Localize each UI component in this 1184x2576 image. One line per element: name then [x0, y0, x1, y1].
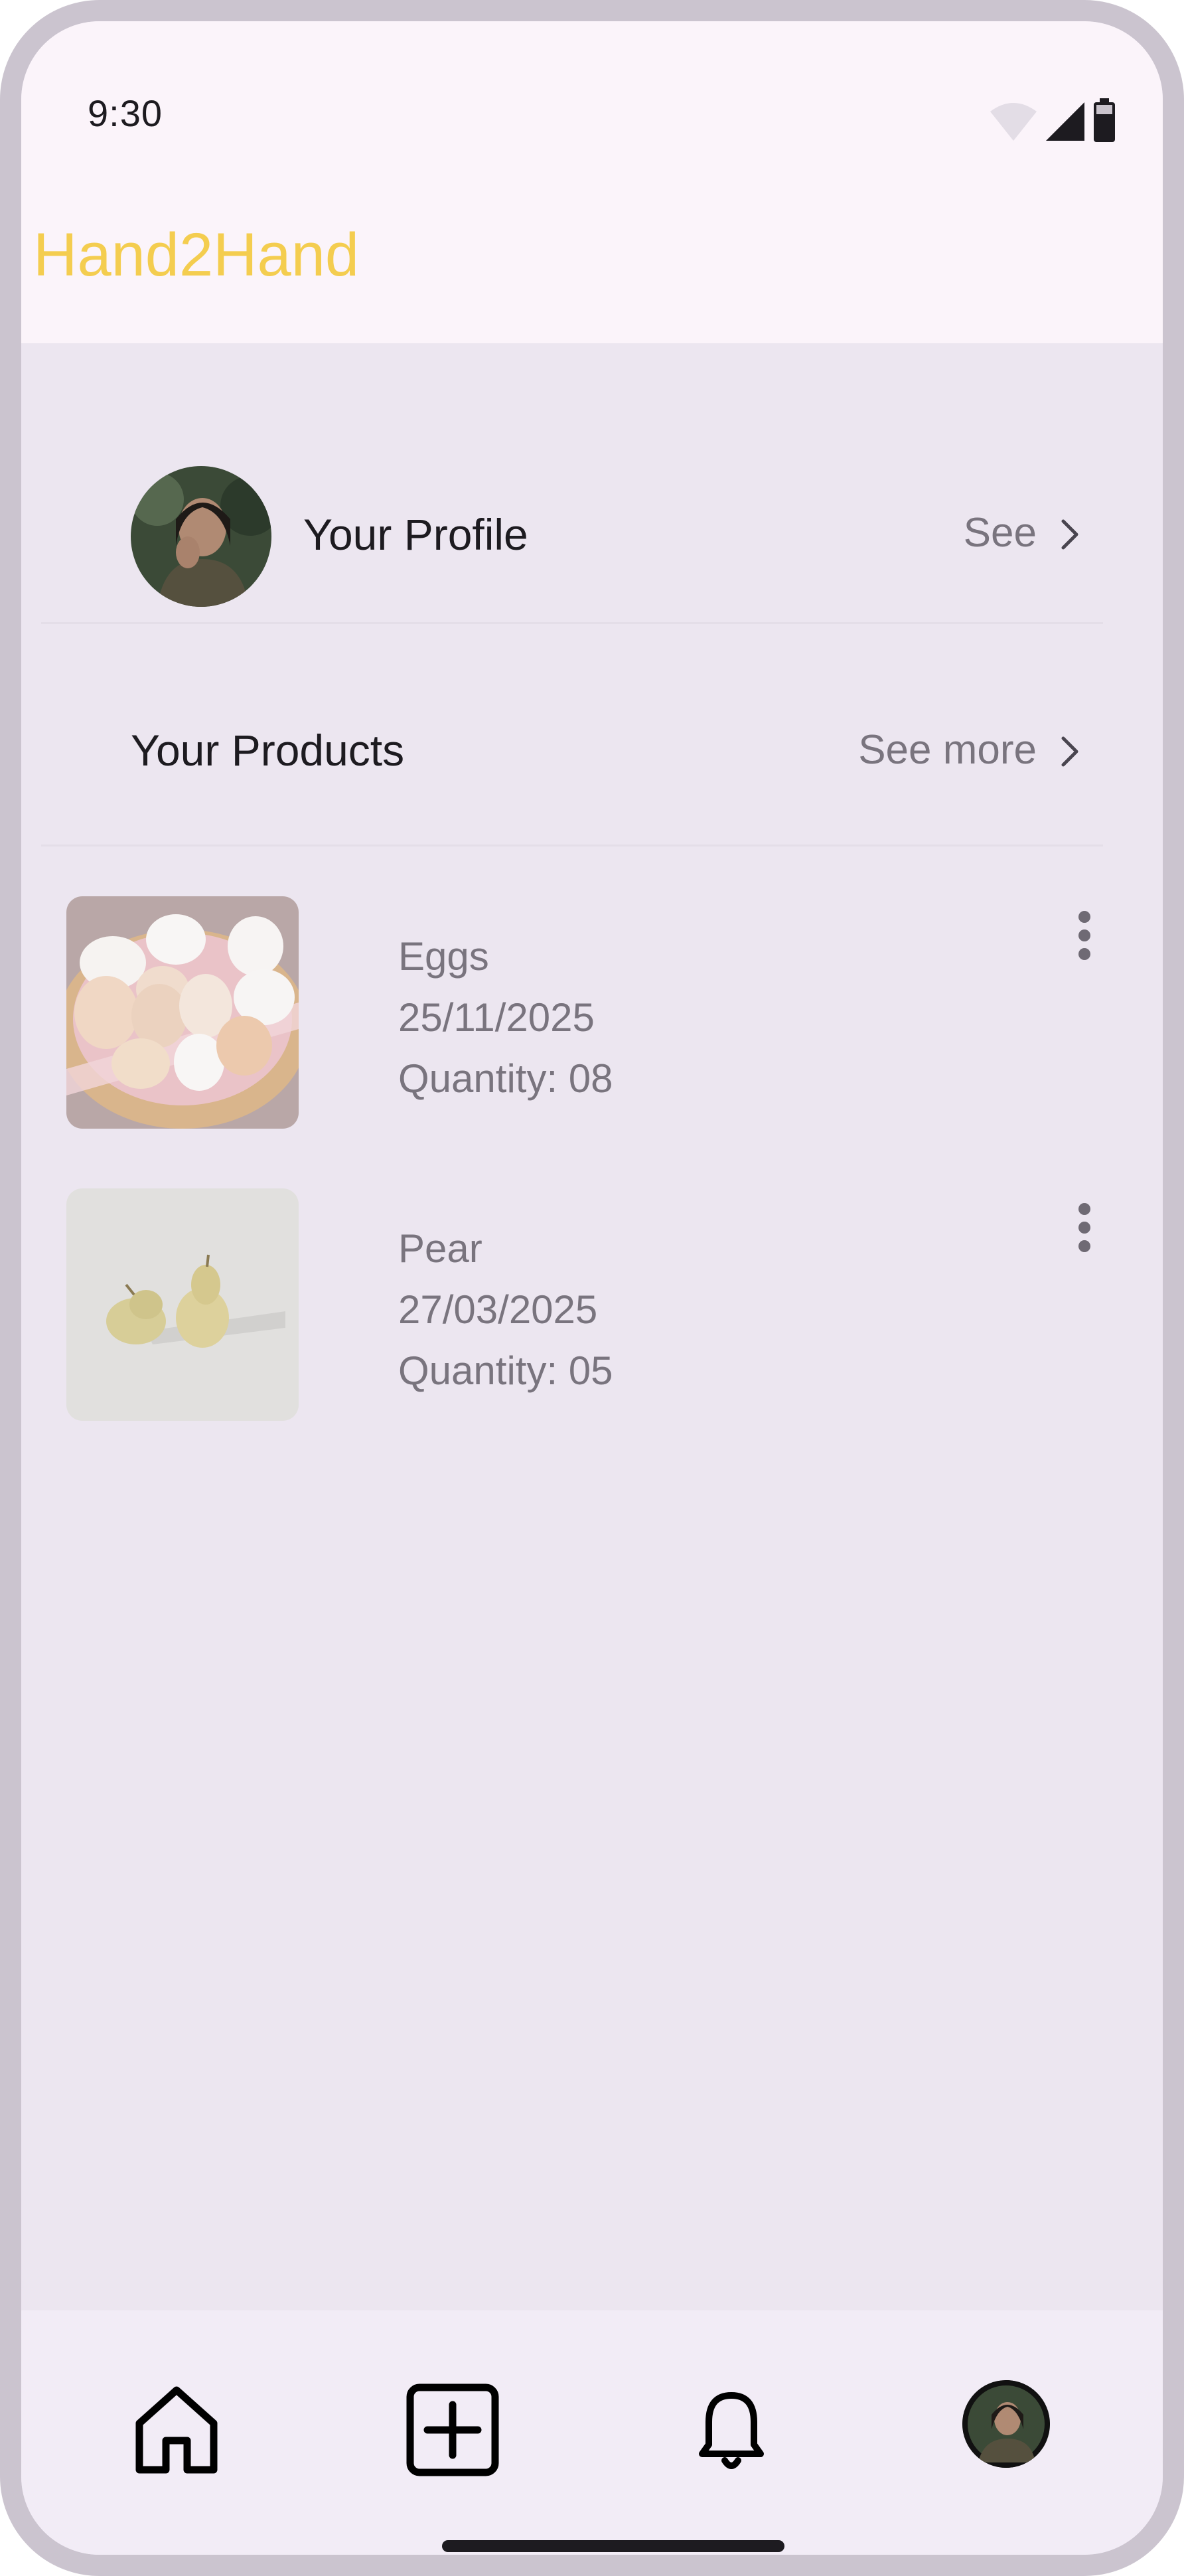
products-row[interactable]: Your Products See more [41, 639, 1143, 825]
wifi-icon [990, 103, 1037, 141]
product-info: Pear 27/03/2025 Quantity: 05 [398, 1218, 613, 1402]
nav-notifications[interactable] [685, 2383, 778, 2476]
profile-avatar [131, 466, 271, 607]
product-quantity: Quantity: 08 [398, 1056, 613, 1101]
see-more-link[interactable]: See more [858, 726, 1037, 773]
app-title: Hand2Hand [33, 221, 360, 289]
nav-add-product[interactable] [406, 2383, 499, 2476]
status-icons [989, 94, 1116, 142]
home-icon [135, 2386, 218, 2474]
nav-profile[interactable] [962, 2380, 1050, 2468]
chevron-right-icon[interactable] [1057, 732, 1083, 771]
product-date: 27/03/2025 [398, 1287, 598, 1332]
profile-row[interactable]: Your Profile See [41, 416, 1143, 615]
product-quantity: Quantity: 05 [398, 1348, 613, 1393]
list-item[interactable]: Pear 27/03/2025 Quantity: 05 [66, 1188, 1128, 1421]
product-info: Eggs 25/11/2025 Quantity: 08 [398, 926, 613, 1109]
phone-frame: 9:30 Hand2Hand Your Profile See Your Pro… [0, 0, 1184, 2576]
divider [41, 845, 1103, 846]
nav-home[interactable] [130, 2383, 223, 2476]
status-time: 9:30 [88, 92, 163, 134]
chevron-right-icon[interactable] [1057, 515, 1083, 554]
profile-avatar [962, 2380, 1050, 2468]
see-profile-link[interactable]: See [964, 509, 1037, 556]
product-date: 25/11/2025 [398, 995, 595, 1040]
cellular-signal-icon [1046, 102, 1084, 141]
add-product-icon [406, 2383, 499, 2476]
more-options-icon[interactable] [1076, 911, 1092, 964]
eggs-basket-image [66, 896, 299, 1129]
products-label: Your Products [131, 726, 405, 775]
app-header: 9:30 Hand2Hand [21, 21, 1163, 343]
profile-label: Your Profile [303, 510, 528, 559]
divider [41, 622, 1103, 624]
bottom-navigation [21, 2310, 1163, 2555]
product-name: Eggs [398, 934, 489, 979]
home-indicator[interactable] [442, 2540, 784, 2552]
pears-image [66, 1188, 299, 1421]
list-item[interactable]: Eggs 25/11/2025 Quantity: 08 [66, 896, 1128, 1129]
notifications-bell-icon [699, 2392, 764, 2469]
more-options-icon[interactable] [1076, 1203, 1092, 1256]
product-name: Pear [398, 1226, 482, 1271]
battery-icon [1094, 98, 1115, 142]
